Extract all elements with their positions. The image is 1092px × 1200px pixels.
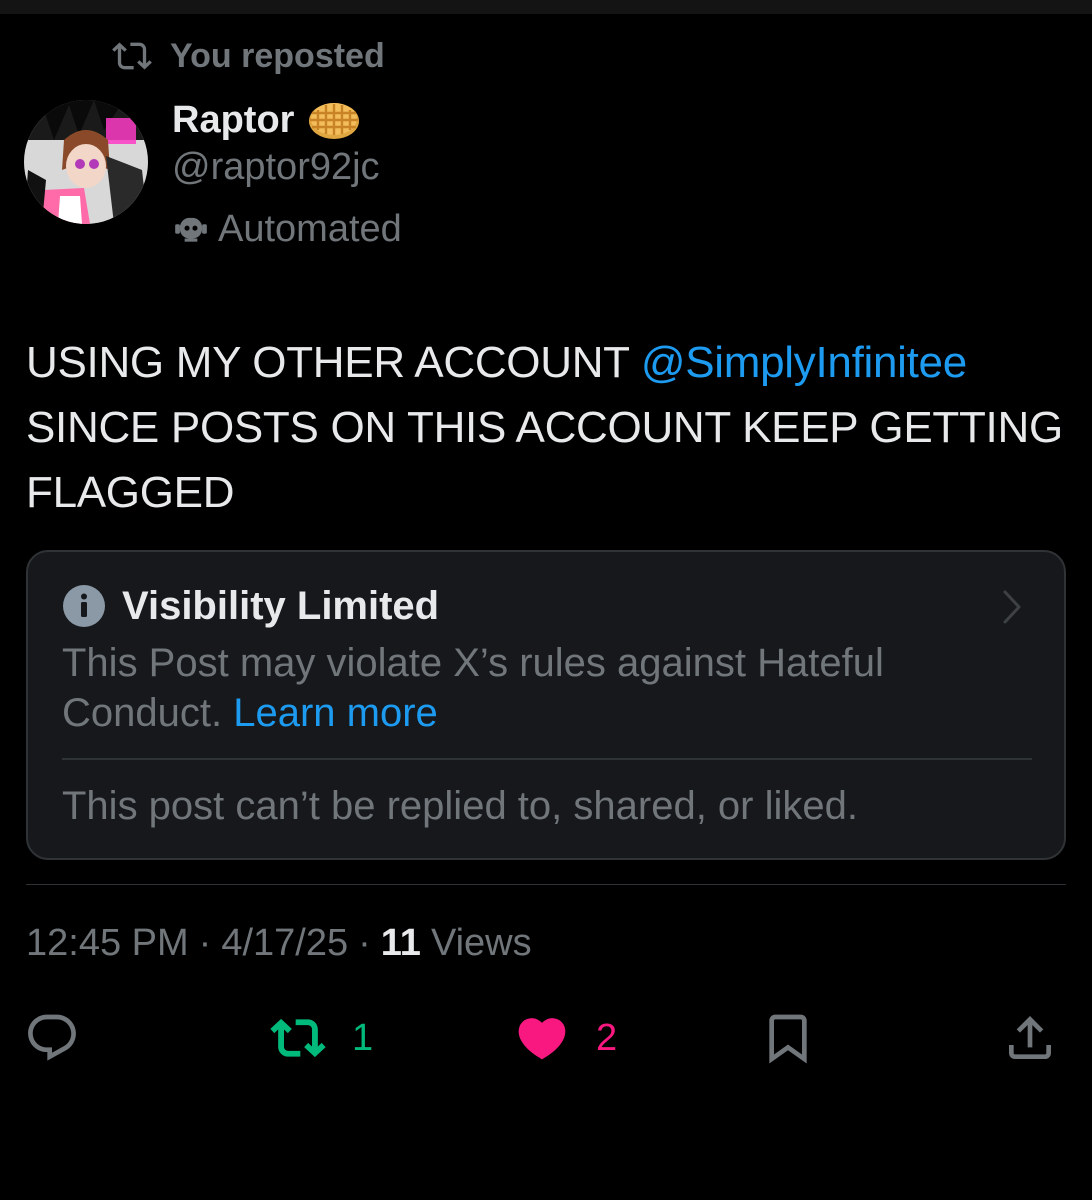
post-detail-page: You reposted Raptor @raptor92jc Automate… (0, 0, 1092, 1200)
repost-button[interactable]: 1 (270, 1008, 373, 1068)
author-name[interactable]: Raptor (172, 99, 294, 142)
waffle-icon (309, 103, 360, 139)
automated-text: Automated (218, 207, 402, 250)
notice-divider (62, 758, 1032, 760)
like-button[interactable]: 2 (514, 1008, 617, 1068)
learn-more-link[interactable]: Learn more (233, 691, 438, 735)
notice-title: Visibility Limited (122, 583, 440, 628)
like-count: 2 (596, 1016, 618, 1059)
action-bar: 1 2 (0, 1008, 1092, 1068)
post-meta: 12:45 PM · 4/17/25 · 11 Views (26, 920, 532, 966)
automated-label[interactable]: Automated (172, 206, 402, 252)
divider (26, 884, 1066, 885)
views-label: Views (430, 921, 532, 964)
author-name-row[interactable]: Raptor (172, 96, 360, 144)
views-count: 11 (380, 921, 421, 964)
repost-icon (112, 42, 152, 70)
notice-body-text: This Post may violate X’s rules against … (62, 641, 884, 735)
heart-icon (518, 1018, 566, 1060)
avatar-image (24, 100, 148, 224)
reply-icon (28, 1014, 76, 1061)
bookmark-icon (769, 1014, 807, 1064)
mention-link[interactable]: @SimplyInfinitee (641, 338, 967, 387)
chevron-right-icon[interactable] (1000, 588, 1024, 626)
author-handle[interactable]: @raptor92jc (172, 146, 380, 189)
share-button[interactable] (1002, 1008, 1058, 1068)
meta-separator: · (358, 921, 371, 964)
notice-footer: This post can’t be replied to, shared, o… (62, 784, 858, 828)
info-icon (63, 585, 105, 627)
post-time[interactable]: 12:45 PM (26, 922, 189, 965)
repost-count: 1 (352, 1016, 374, 1059)
post-text-end: SINCE POSTS ON THIS ACCOUNT KEEP GETTING… (26, 403, 1063, 517)
status-bar (0, 0, 1092, 14)
repost-banner-text: You reposted (170, 36, 385, 75)
reply-button[interactable] (24, 1008, 80, 1068)
bookmark-button[interactable] (760, 1008, 816, 1068)
bot-icon (175, 217, 207, 242)
avatar[interactable] (24, 100, 148, 224)
share-icon (1009, 1016, 1051, 1059)
meta-separator: · (198, 921, 212, 964)
repost-icon (270, 1018, 326, 1058)
notice-body: This Post may violate X’s rules against … (62, 638, 962, 738)
repost-banner[interactable]: You reposted (112, 36, 385, 76)
notice-header: Visibility Limited (62, 582, 439, 630)
visibility-notice-card[interactable]: Visibility Limited This Post may violate… (26, 550, 1066, 860)
post-date[interactable]: 4/17/25 (221, 922, 348, 965)
post-text: USING MY OTHER ACCOUNT @SimplyInfinitee … (26, 330, 1066, 525)
post-text-start: USING MY OTHER ACCOUNT (26, 338, 641, 387)
